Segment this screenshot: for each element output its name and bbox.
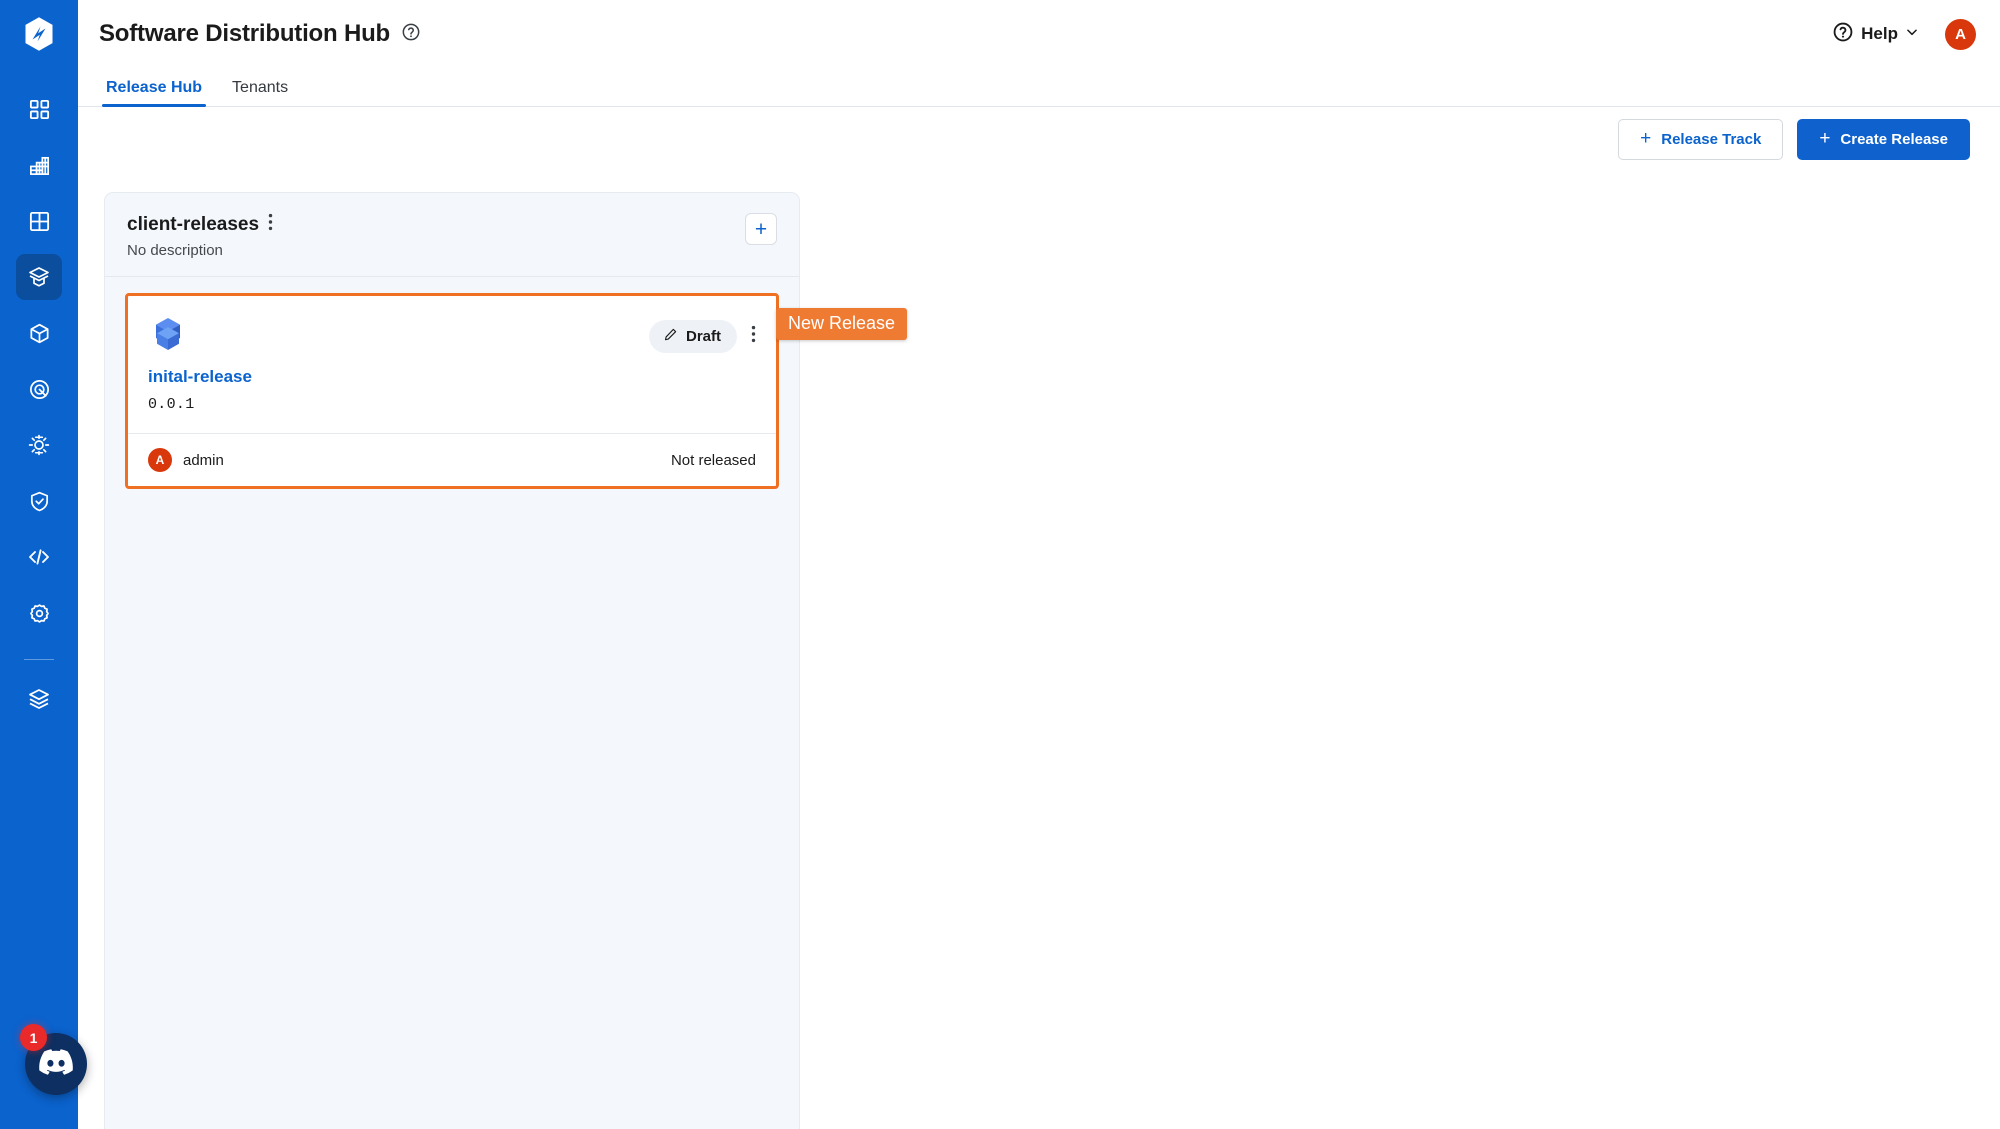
- column-description: No description: [127, 242, 223, 259]
- release-track-label: Release Track: [1661, 130, 1762, 148]
- sidebar-item-settings[interactable]: [16, 590, 62, 636]
- tab-release-hub[interactable]: Release Hub: [102, 79, 207, 107]
- release-card-body: Draft inital-release 0.0.1: [128, 296, 776, 433]
- sidebar-item-security[interactable]: [16, 478, 62, 524]
- shield-check-icon: [28, 490, 51, 513]
- release-card-status-group: Draft: [648, 320, 756, 353]
- column-card-area: Draft inital-release 0.0.1 A admin Not r…: [105, 277, 799, 489]
- plus-icon: +: [754, 217, 768, 241]
- page-header: Software Distribution Hub Help A: [78, 0, 2000, 68]
- sidebar-item-reports[interactable]: [16, 142, 62, 188]
- tab-tenants[interactable]: Tenants: [228, 79, 292, 106]
- release-track-button[interactable]: + Release Track: [1618, 118, 1784, 160]
- bar-chart-grid-icon: [28, 154, 51, 177]
- gear-icon: [28, 602, 51, 625]
- sidebar-item-tables[interactable]: [16, 198, 62, 244]
- sidebar-divider: [24, 659, 54, 660]
- release-status-text: Not released: [670, 451, 756, 469]
- create-release-label: Create Release: [1840, 130, 1948, 148]
- help-menu-button[interactable]: Help: [1832, 21, 1919, 48]
- action-toolbar: + Release Track + Create Release: [78, 108, 2000, 170]
- status-badge[interactable]: Draft: [648, 320, 737, 353]
- cube-icon: [28, 322, 51, 345]
- header-actions: Help A: [1832, 18, 1976, 50]
- new-release-tooltip: New Release: [776, 308, 908, 340]
- release-author: A admin: [148, 448, 224, 472]
- open-box-icon: [27, 265, 51, 289]
- status-badge-label: Draft: [685, 328, 721, 345]
- vertical-dots-icon[interactable]: [751, 325, 756, 348]
- sidebar-item-layers[interactable]: [16, 676, 62, 722]
- pencil-edit-icon: [663, 327, 678, 346]
- page-title-group: Software Distribution Hub: [99, 20, 421, 48]
- discord-unread-badge: 1: [20, 1024, 47, 1051]
- avatar: A: [148, 448, 172, 472]
- column-title-row: client-releases: [127, 213, 777, 236]
- column-header: client-releases No description +: [105, 193, 799, 277]
- sidebar-item-targets[interactable]: [16, 366, 62, 412]
- sidebar-nav: [0, 86, 78, 732]
- release-card-top-row: Draft: [148, 314, 756, 354]
- table-grid-icon: [28, 210, 51, 233]
- app-logo[interactable]: [0, 0, 78, 68]
- question-circle-icon: [1832, 21, 1854, 48]
- question-circle-icon[interactable]: [401, 22, 421, 47]
- add-release-button[interactable]: +: [745, 213, 777, 245]
- release-author-name: admin: [183, 451, 224, 469]
- open-box-3d-icon: [148, 314, 188, 354]
- code-brackets-icon: [27, 545, 51, 569]
- create-release-button[interactable]: + Create Release: [1797, 118, 1970, 160]
- layers-stack-icon: [27, 687, 51, 711]
- left-sidebar: [0, 0, 78, 1129]
- avatar[interactable]: A: [1945, 18, 1976, 50]
- sidebar-item-packages[interactable]: [16, 310, 62, 356]
- chevron-down-icon: [1905, 25, 1919, 44]
- release-card[interactable]: Draft inital-release 0.0.1 A admin Not r…: [125, 293, 779, 489]
- column-title: client-releases: [127, 213, 260, 235]
- plus-icon: +: [1640, 128, 1652, 149]
- discord-icon: [39, 1048, 73, 1080]
- vertical-dots-icon[interactable]: [268, 213, 273, 236]
- page-title: Software Distribution Hub: [99, 20, 390, 47]
- grid-squares-icon: [28, 98, 51, 121]
- target-q-icon: [28, 378, 51, 401]
- plus-icon: +: [1819, 128, 1831, 149]
- sidebar-item-devices[interactable]: [16, 422, 62, 468]
- release-board-column: client-releases No description + Draft i…: [104, 192, 800, 1129]
- help-label: Help: [1861, 24, 1898, 43]
- sidebar-item-developer[interactable]: [16, 534, 62, 580]
- release-card-footer: A admin Not released: [128, 433, 776, 486]
- release-name-link[interactable]: inital-release: [148, 367, 756, 387]
- tab-bar: Release Hub Tenants: [78, 68, 2000, 107]
- sun-gear-icon: [27, 433, 51, 457]
- release-version: 0.0.1: [148, 396, 195, 413]
- sidebar-item-dashboard[interactable]: [16, 86, 62, 132]
- sidebar-item-release-hub[interactable]: [16, 254, 62, 300]
